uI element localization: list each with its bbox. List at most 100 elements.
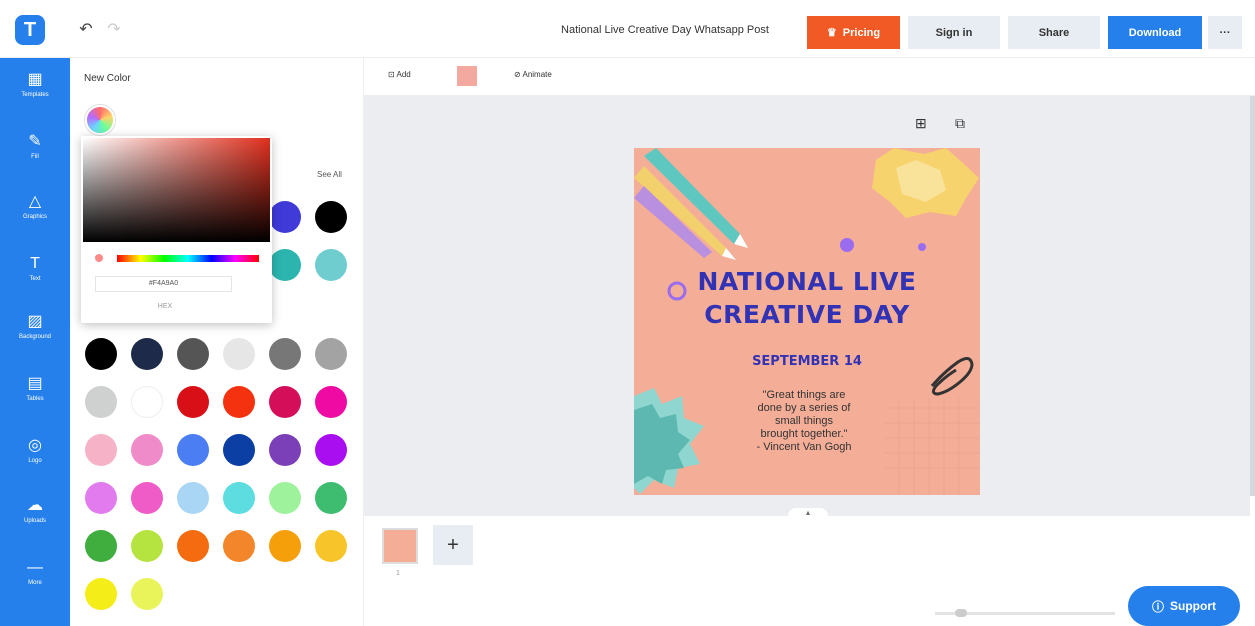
design-title-line-2[interactable]: CREATIVE DAY bbox=[634, 300, 980, 329]
color-swatch[interactable] bbox=[85, 578, 117, 610]
design-date[interactable]: SEPTEMBER 14 bbox=[634, 354, 980, 369]
color-swatch[interactable] bbox=[85, 386, 117, 418]
color-swatch[interactable] bbox=[131, 578, 163, 610]
cloud-upload-icon: ☁ bbox=[27, 497, 43, 514]
nav-label: Uploads bbox=[23, 518, 46, 524]
logo-icon: ◎ bbox=[28, 437, 42, 454]
pencils-graphic bbox=[634, 148, 748, 260]
top-bar: T ↶ ↷ National Live Creative Day Whatsap… bbox=[0, 0, 1255, 58]
teal-gear-graphic bbox=[634, 388, 704, 494]
brush-icon: ✎ bbox=[28, 133, 42, 150]
color-swatch[interactable] bbox=[269, 201, 301, 233]
nav-item-uploads[interactable]: ☁ Uploads bbox=[0, 490, 70, 550]
design-canvas[interactable]: NATIONAL LIVE CREATIVE DAY SEPTEMBER 14 … bbox=[634, 148, 980, 495]
app-logo[interactable]: T bbox=[15, 15, 45, 45]
saturation-value-area[interactable] bbox=[83, 138, 270, 242]
nav-item-background[interactable]: ▨ Background bbox=[0, 306, 70, 366]
nav-label: Tables bbox=[26, 396, 44, 402]
color-swatch[interactable] bbox=[315, 434, 347, 466]
design-title-line-1[interactable]: NATIONAL LIVE bbox=[634, 267, 980, 296]
shapes-icon: △ bbox=[28, 193, 42, 210]
color-swatch[interactable] bbox=[315, 482, 347, 514]
hex-label: HEX bbox=[157, 303, 173, 310]
color-swatch[interactable] bbox=[315, 201, 347, 233]
color-swatch[interactable] bbox=[85, 338, 117, 370]
color-swatch[interactable] bbox=[85, 530, 117, 562]
color-swatch[interactable] bbox=[223, 386, 255, 418]
hue-slider[interactable] bbox=[117, 255, 259, 262]
nav-label: Templates bbox=[21, 92, 49, 98]
color-swatch[interactable] bbox=[85, 482, 117, 514]
color-swatch[interactable] bbox=[269, 338, 301, 370]
new-color-button[interactable] bbox=[85, 105, 115, 135]
more-options-button[interactable]: ··· bbox=[1208, 16, 1242, 49]
color-swatch[interactable] bbox=[315, 249, 347, 281]
color-swatch[interactable] bbox=[315, 386, 347, 418]
crown-icon: ♛ bbox=[826, 27, 837, 39]
design-quote[interactable]: "Great things are done by a series of sm… bbox=[724, 389, 884, 454]
pricing-label: Pricing bbox=[842, 26, 881, 39]
color-swatch[interactable] bbox=[177, 386, 209, 418]
color-swatch[interactable] bbox=[177, 338, 209, 370]
collapse-pages-handle[interactable]: ▴ bbox=[788, 508, 828, 518]
add-element-icon: ⊡ bbox=[388, 70, 395, 79]
color-swatch[interactable] bbox=[269, 482, 301, 514]
nav-item-fill[interactable]: ✎ Fill bbox=[0, 126, 70, 186]
animate-icon: ⊘ bbox=[514, 70, 521, 79]
color-swatch[interactable] bbox=[269, 249, 301, 281]
nav-item-logo[interactable]: ◎ Logo bbox=[0, 430, 70, 490]
workspace-scrollbar[interactable] bbox=[1250, 96, 1255, 496]
color-swatch[interactable] bbox=[223, 482, 255, 514]
nav-item-more[interactable]: — More bbox=[0, 552, 70, 612]
page-thumbnail[interactable] bbox=[382, 528, 418, 564]
color-swatch[interactable] bbox=[223, 434, 255, 466]
nav-label: More bbox=[28, 580, 42, 586]
color-swatch[interactable] bbox=[315, 338, 347, 370]
templates-icon: ▦ bbox=[27, 71, 43, 88]
zoom-slider-handle[interactable] bbox=[955, 609, 967, 617]
redo-icon[interactable]: ↷ bbox=[104, 20, 124, 40]
add-page-grid-icon[interactable]: ⊞ bbox=[915, 115, 927, 132]
color-swatch[interactable] bbox=[269, 386, 301, 418]
current-color-preview bbox=[95, 254, 103, 262]
color-swatch[interactable] bbox=[223, 530, 255, 562]
color-swatch[interactable] bbox=[85, 434, 117, 466]
undo-icon[interactable]: ↶ bbox=[76, 20, 96, 40]
duplicate-page-icon[interactable]: ⧉ bbox=[955, 115, 965, 132]
panel-title: New Color bbox=[84, 73, 131, 84]
background-color-swatch[interactable] bbox=[457, 66, 477, 86]
nav-item-graphics[interactable]: △ Graphics bbox=[0, 186, 70, 246]
support-button[interactable]: ⓘ Support bbox=[1128, 586, 1240, 626]
grid-pattern bbox=[884, 398, 980, 495]
color-swatch[interactable] bbox=[177, 482, 209, 514]
download-button[interactable]: Download bbox=[1108, 16, 1202, 49]
color-swatch[interactable] bbox=[269, 530, 301, 562]
more-icon: — bbox=[27, 559, 43, 576]
color-swatch[interactable] bbox=[269, 434, 301, 466]
add-label: Add bbox=[396, 70, 411, 79]
color-swatch[interactable] bbox=[177, 530, 209, 562]
pricing-button[interactable]: ♛ Pricing bbox=[807, 16, 900, 49]
add-button[interactable]: ⊡ Add bbox=[388, 70, 411, 79]
purple-dot-small bbox=[918, 243, 926, 251]
color-swatch[interactable] bbox=[131, 338, 163, 370]
add-page-button[interactable]: + bbox=[433, 525, 473, 565]
document-title[interactable]: National Live Creative Day Whatsapp Post bbox=[530, 24, 800, 36]
animate-button[interactable]: ⊘ Animate bbox=[514, 70, 552, 79]
table-icon: ▤ bbox=[27, 375, 43, 392]
hex-input[interactable]: #F4A9A0 bbox=[95, 276, 232, 292]
color-swatch[interactable] bbox=[131, 530, 163, 562]
nav-item-tables[interactable]: ▤ Tables bbox=[0, 368, 70, 428]
share-button[interactable]: Share bbox=[1008, 16, 1100, 49]
sign-in-button[interactable]: Sign in bbox=[908, 16, 1000, 49]
see-all-link[interactable]: See All bbox=[317, 170, 342, 179]
color-swatch[interactable] bbox=[177, 434, 209, 466]
nav-item-templates[interactable]: ▦ Templates bbox=[0, 64, 70, 124]
nav-item-text[interactable]: T Text bbox=[0, 248, 70, 308]
color-swatch[interactable] bbox=[131, 482, 163, 514]
color-swatch[interactable] bbox=[223, 338, 255, 370]
support-label: Support bbox=[1170, 599, 1216, 613]
color-swatch[interactable] bbox=[315, 530, 347, 562]
color-swatch[interactable] bbox=[131, 434, 163, 466]
color-swatch[interactable] bbox=[131, 386, 163, 418]
